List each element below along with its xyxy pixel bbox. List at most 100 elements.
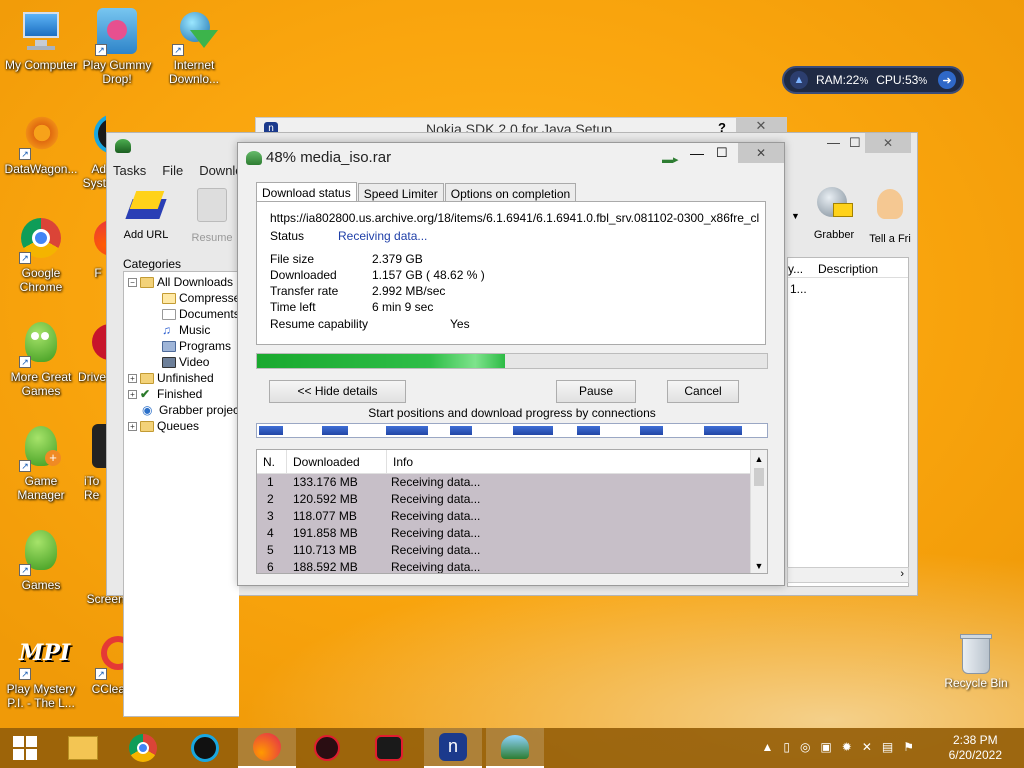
hide-details-button[interactable]: << Hide details [269, 380, 406, 403]
maximize-button[interactable]: ☐ [849, 135, 861, 151]
tray-arrow-icon[interactable]: ▬▸ [662, 153, 679, 166]
table-row[interactable]: 5 110.713 MB Receiving data... [257, 542, 767, 559]
dropdown-arrow-icon[interactable]: ▼ [791, 211, 800, 221]
row-info: Receiving data... [391, 560, 481, 574]
scroll-down-icon[interactable]: ▼ [751, 561, 767, 571]
download-list[interactable]: y... Description 1... [787, 257, 909, 587]
system-meter-gadget[interactable]: ▲ RAM:22% CPU:53% ➜ [782, 66, 964, 94]
expand-icon[interactable]: + [128, 421, 137, 431]
maximize-button[interactable]: ☐ [716, 145, 728, 161]
taskbar-screen-recorder[interactable] [360, 728, 418, 768]
desktop-icon-games[interactable]: ↗ Games [0, 528, 82, 592]
desktop-icon-chrome[interactable]: ↗ Google Chrome [0, 216, 82, 294]
start-button[interactable] [0, 728, 50, 768]
desktop-icon-label: More Great Games [10, 370, 72, 398]
download-progress-dialog[interactable]: 48% media_iso.rar ▬▸ — ☐ ✕ Download stat… [237, 142, 785, 586]
taskbar-firefox[interactable] [238, 728, 296, 768]
taskbar-recorder[interactable] [298, 728, 356, 768]
column-header-n[interactable]: N. [257, 450, 287, 474]
tree-item-finished[interactable]: + ✔ Finished [128, 387, 202, 401]
desktop-icon-my-computer[interactable]: My Computer [0, 8, 82, 72]
clock-date: 6/20/2022 [948, 748, 1002, 762]
download-progress-bar [256, 353, 768, 369]
connections-table[interactable]: N. Downloaded Info 1 133.176 MB Receiving … [256, 449, 768, 574]
column-header-info[interactable]: Info [387, 450, 751, 474]
column-header-downloaded[interactable]: Downloaded [287, 450, 387, 474]
minimize-button[interactable]: — [827, 135, 840, 150]
menu-tasks[interactable]: Tasks [113, 163, 146, 178]
action-center-flag-icon[interactable]: ⚑ [903, 740, 914, 754]
volume-muted-icon[interactable]: ✕ [862, 740, 872, 754]
show-hidden-icons-icon[interactable]: ▲ [761, 740, 773, 754]
resume-button[interactable]: Resume [181, 185, 243, 244]
horizontal-scrollbar[interactable]: › [787, 567, 909, 583]
close-button[interactable]: ✕ [865, 133, 911, 153]
usb-icon[interactable]: ▯ [783, 740, 790, 754]
table-row[interactable]: 1 133.176 MB Receiving data... [257, 474, 767, 491]
scroll-thumb[interactable] [754, 468, 764, 486]
desktop-icon-firefox[interactable]: F [90, 216, 106, 280]
grabber-button[interactable]: Grabber [803, 185, 865, 241]
expand-icon[interactable]: + [128, 389, 137, 399]
collapse-icon[interactable]: − [128, 277, 137, 287]
taskbar-idm[interactable] [486, 728, 544, 768]
tree-item-programs[interactable]: Programs [162, 339, 231, 353]
film-icon [162, 356, 176, 368]
tree-item-queues[interactable]: + Queues [128, 419, 199, 433]
categories-tree[interactable]: − All Downloads Compresse Documents ♫ Musi… [123, 271, 240, 717]
desktop-icon-datawagon[interactable]: ↗ DataWagon... [0, 112, 82, 176]
table-row[interactable]: 6 188.592 MB Receiving data... [257, 559, 767, 574]
taskbar-chrome[interactable] [114, 728, 172, 768]
add-url-icon [125, 185, 167, 225]
desktop-icon-more-great-games[interactable]: ↗ More Great Games [0, 320, 82, 398]
system-clock[interactable]: 2:38 PM 6/20/2022 [949, 733, 1002, 763]
pause-button[interactable]: Pause [556, 380, 636, 403]
cancel-button[interactable]: Cancel [667, 380, 739, 403]
column-header-description[interactable]: Description [818, 262, 878, 276]
desktop-icon-game-manager[interactable]: + ↗ Game Manager [0, 424, 82, 502]
folder-open-icon [140, 276, 154, 288]
status-row: Status Receiving data... [270, 229, 428, 243]
advanced-systemcare-tray-icon[interactable]: ◎ [800, 740, 810, 754]
table-row[interactable]: 2 120.592 MB Receiving data... [257, 491, 767, 508]
menu-file[interactable]: File [162, 163, 183, 178]
scroll-up-icon[interactable]: ▲ [751, 454, 767, 464]
tree-item-compressed[interactable]: Compresse [162, 291, 240, 305]
desktop-icon-mystery-pi[interactable]: MPI ↗ Play Mystery P.I. - The L... [0, 632, 82, 710]
list-item[interactable]: 1... [790, 282, 807, 296]
security-tray-icon[interactable]: ✹ [842, 740, 852, 754]
minimize-button[interactable]: — [690, 145, 704, 161]
tree-item-unfinished[interactable]: + Unfinished [128, 371, 214, 385]
desktop-icon-label: Play Gummy Drop! [82, 58, 152, 86]
tree-item-video[interactable]: Video [162, 355, 209, 369]
document-icon [162, 308, 176, 320]
checkmark-icon: ✔ [140, 387, 151, 401]
tree-item-music[interactable]: ♫ Music [162, 323, 210, 337]
table-row[interactable]: 4 191.858 MB Receiving data... [257, 525, 767, 542]
desktop-icon-recycle-bin[interactable]: Recycle Bin [940, 632, 1012, 690]
compressed-icon [162, 292, 176, 304]
taskbar-file-explorer[interactable] [54, 728, 112, 768]
tree-item-documents[interactable]: Documents [162, 307, 240, 321]
taskbar-nokia-setup[interactable]: n [424, 728, 482, 768]
column-header[interactable]: y... [788, 262, 803, 276]
tree-label: Programs [179, 339, 232, 353]
vertical-scrollbar[interactable]: ▲ ▼ [750, 450, 767, 573]
tree-item-all-downloads[interactable]: − All Downloads [128, 275, 233, 289]
desktop-icon-gummy-drop[interactable]: ↗ Play Gummy Drop! [76, 8, 158, 86]
scroll-right-icon[interactable]: › [900, 568, 904, 580]
expand-arrow-icon[interactable]: ➜ [938, 71, 956, 89]
taskbar-advanced-systemcare[interactable] [176, 728, 234, 768]
desktop-icon-idm[interactable]: ↗ Internet Downlo... [153, 8, 235, 86]
table-row[interactable]: 3 118.077 MB Receiving data... [257, 508, 767, 525]
tell-a-friend-button[interactable]: Tell a Fri [865, 185, 915, 245]
tree-item-grabber-projects[interactable]: ◉ Grabber projec [142, 403, 239, 417]
expand-icon[interactable]: + [128, 373, 137, 383]
network-icon[interactable]: ▤ [882, 740, 893, 754]
desktop-icon-driver[interactable]: Drive [78, 320, 106, 384]
add-url-button[interactable]: Add URL [115, 185, 177, 241]
desktop-icon-advanced-systemcare[interactable]: Ad Syst [76, 112, 106, 190]
screen-recorder-tray-icon[interactable]: ▣ [820, 740, 831, 754]
desktop-icon-itop[interactable]: iTo Re [84, 424, 106, 502]
close-button[interactable]: ✕ [738, 143, 784, 163]
